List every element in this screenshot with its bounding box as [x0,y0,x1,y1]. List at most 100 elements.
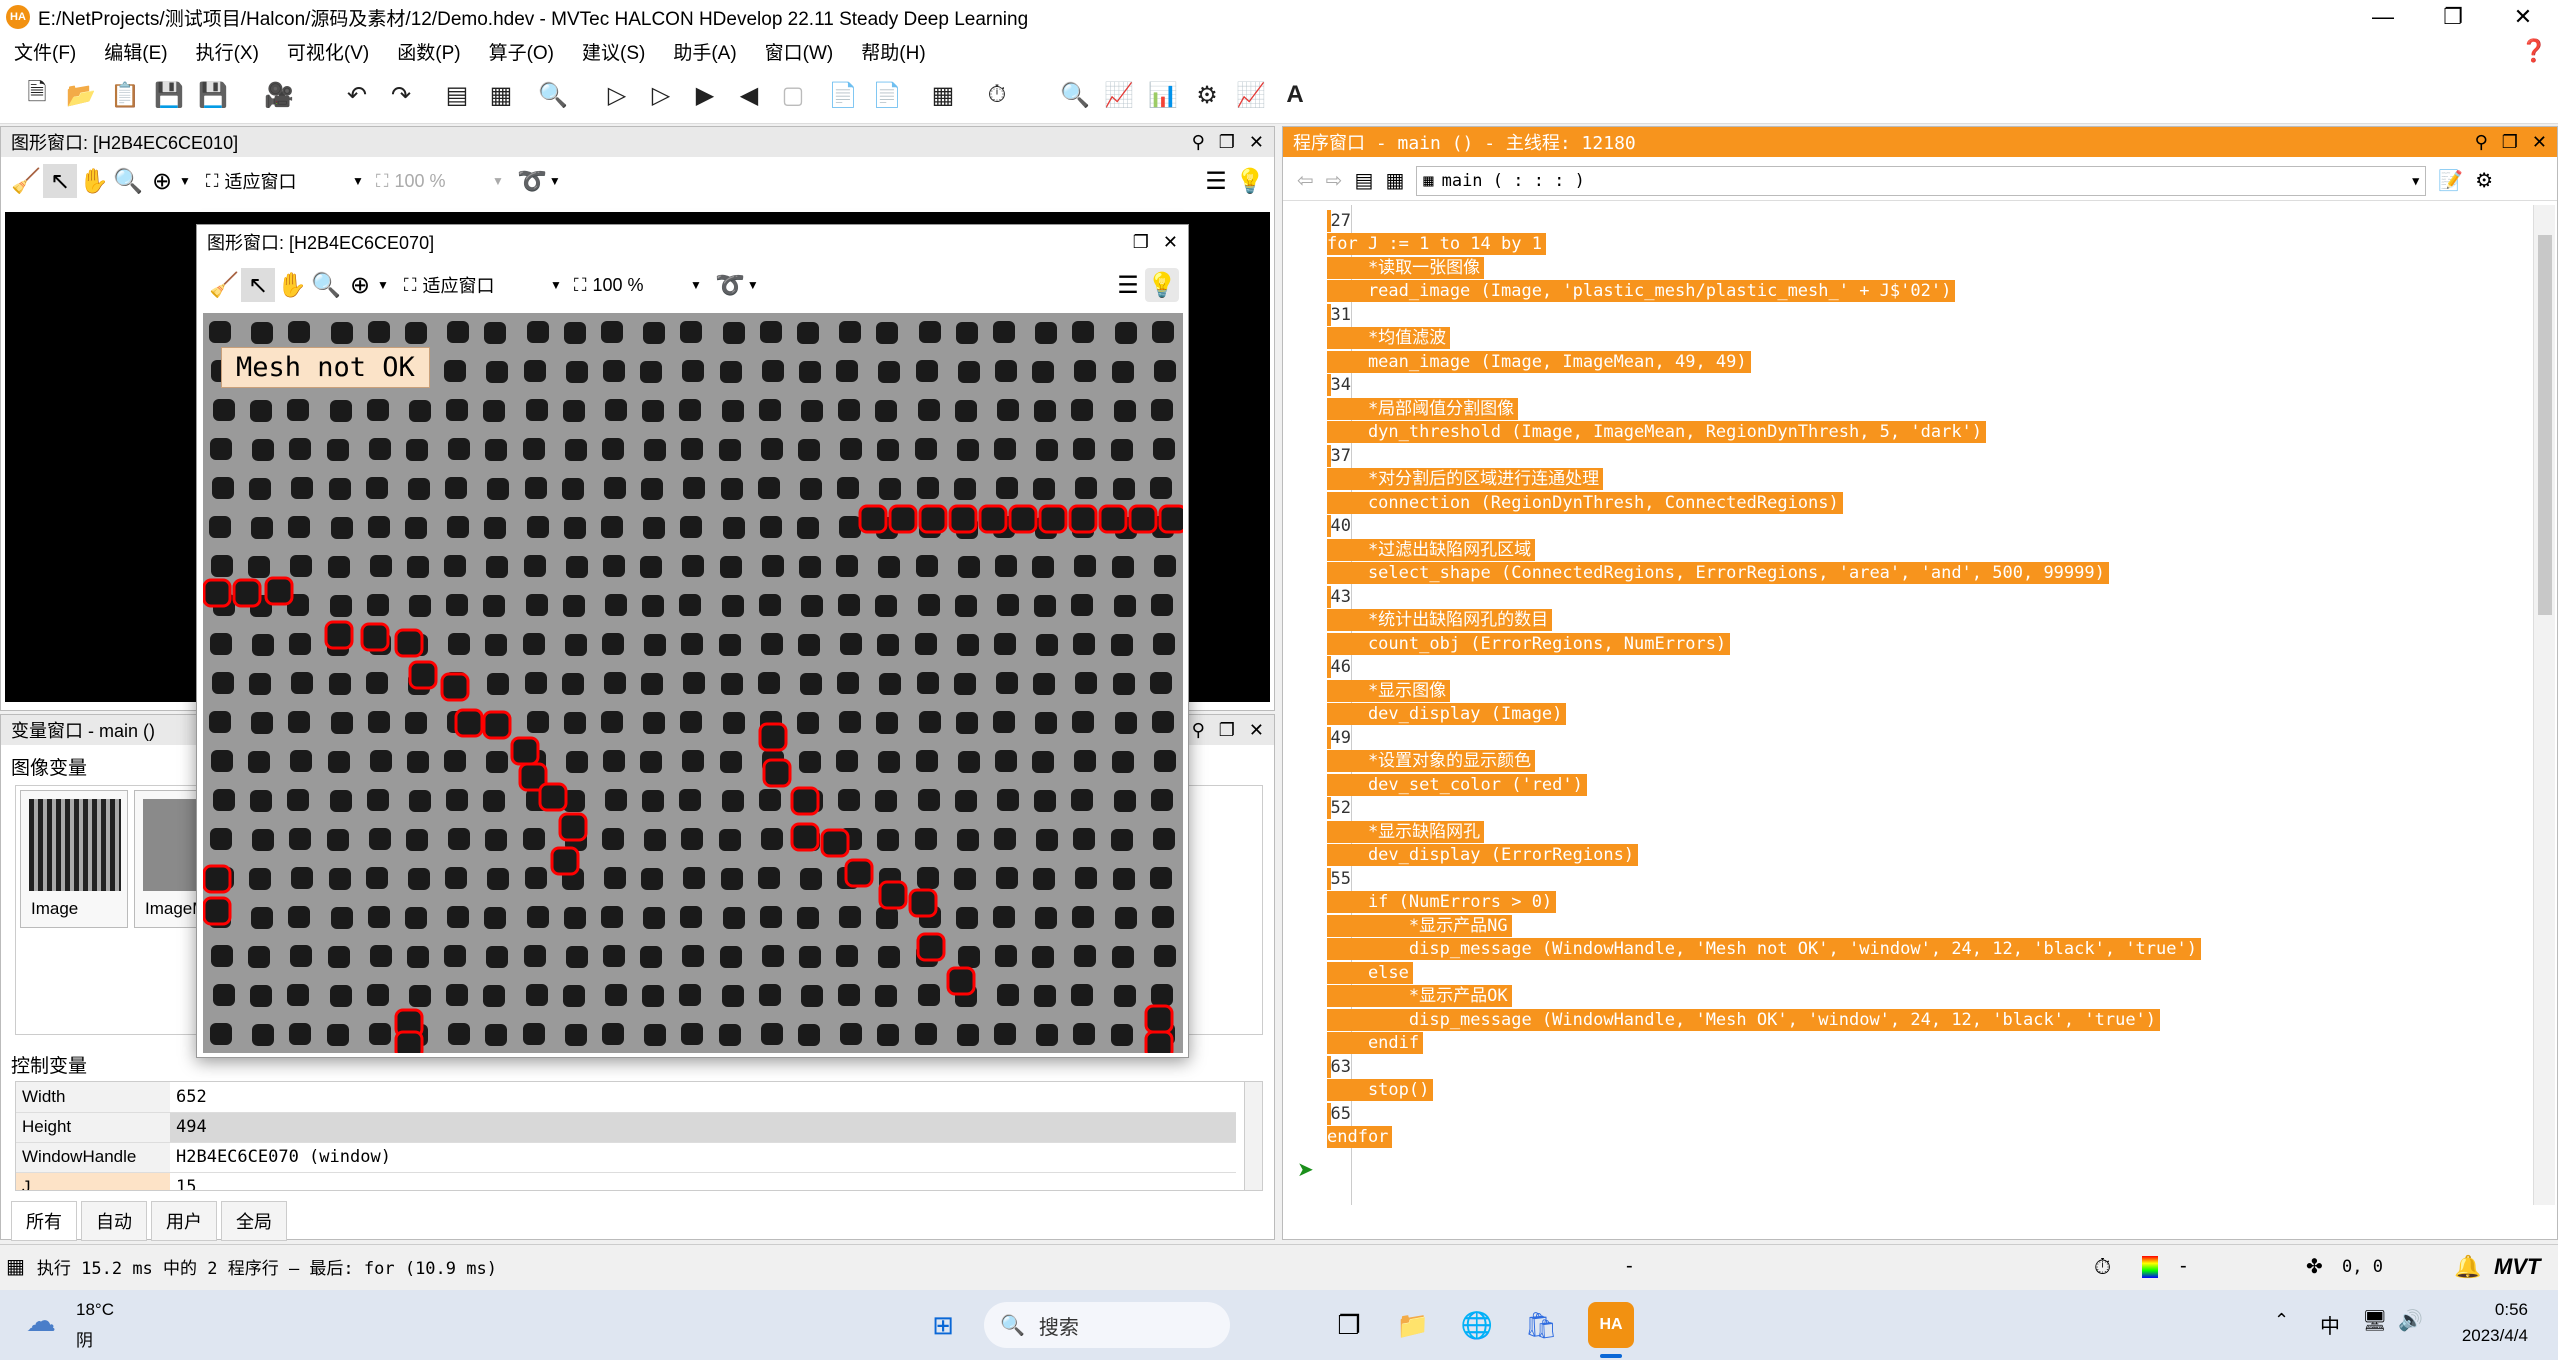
code-line[interactable]: 50 *设置对象的显示颜色 [1283,750,2523,773]
code-line[interactable]: 64 stop() [1283,1079,2523,1102]
table-row[interactable]: J 15 [16,1172,1236,1190]
code-line[interactable]: 58 disp_message (WindowHandle, 'Mesh not… [1283,938,2523,961]
back-arrow-icon[interactable]: ⇦ [1297,168,1314,193]
menu-file[interactable]: 文件(F) [14,38,76,65]
open-file-icon[interactable]: 📂 [64,78,98,112]
lightbulb-icon[interactable]: 💡 [1145,268,1179,302]
save-all-icon[interactable]: 💾 [196,78,230,112]
menu-operators[interactable]: 算子(O) [489,38,554,65]
code-line[interactable]: 29 *读取一张图像 [1283,256,2523,279]
code-line[interactable]: 63 [1283,1055,2523,1078]
select-pointer-icon[interactable]: ↖ [241,268,275,302]
step-into-icon[interactable]: ▶ [688,78,722,112]
code-line[interactable]: 32 *均值滤波 [1283,327,2523,350]
code-line[interactable]: 44 *统计出缺陷网孔的数目 [1283,609,2523,632]
step-over-icon[interactable]: ▷ [644,78,678,112]
table-row[interactable]: Height 494 [16,1112,1236,1143]
menu-help[interactable]: 帮助(H) [861,38,925,65]
float-icon[interactable]: ❐ [1219,132,1235,153]
grid-icon[interactable]: ▦ [926,78,960,112]
code-line[interactable]: 61 disp_message (WindowHandle, 'Mesh OK'… [1283,1008,2523,1031]
mesh-image-canvas[interactable]: Mesh not OK [203,313,1183,1053]
menu-edit[interactable]: 编辑(E) [104,38,167,65]
code-line[interactable]: 52 [1283,797,2523,820]
code-line[interactable]: 37 [1283,444,2523,467]
zoom-in-icon[interactable]: ⊕ [343,268,377,302]
plot-icon[interactable]: 📈 [1234,78,1268,112]
feature-inspection-icon[interactable]: ⚙ [1190,78,1224,112]
code-line[interactable]: 65 [1283,1102,2523,1125]
save-icon[interactable]: 💾 [152,78,186,112]
find-icon[interactable]: 🔍 [536,78,570,112]
redo-icon[interactable]: ↷ [384,78,418,112]
code-line[interactable]: 30 read_image (Image, 'plastic_mesh/plas… [1283,280,2523,303]
chevron-down-icon[interactable]: ▼ [179,174,191,188]
edit-procedure-icon[interactable]: 📝 [2438,168,2463,193]
code-line[interactable]: 33 mean_image (Image, ImageMean, 49, 49) [1283,350,2523,373]
clock-time[interactable]: 0:56 [2448,1300,2528,1320]
edge-browser-icon[interactable]: 🌐 [1454,1302,1500,1348]
code-line[interactable]: 27 [1283,209,2523,232]
code-line[interactable]: 53 *显示缺陷网孔 [1283,820,2523,843]
code-line[interactable]: 31 [1283,303,2523,326]
menu-assistants[interactable]: 助手(A) [673,38,736,65]
file-explorer-icon[interactable]: 📁 [1390,1302,1436,1348]
run-icon[interactable]: ▷ [600,78,634,112]
step-out-icon[interactable]: ◀ [732,78,766,112]
fit-window-combo[interactable]: ⛶ 适应窗口 ▼ [205,166,365,196]
tray-chevron-up-icon[interactable]: ⌃ [2274,1310,2289,1331]
dock-icon[interactable]: ❐ [1133,232,1149,253]
start-windows-icon[interactable]: ⊞ [920,1302,966,1348]
open-example-icon[interactable]: 📋 [108,78,142,112]
menu-visualize[interactable]: 可视化(V) [287,38,369,65]
code-line[interactable]: 56 if (NumErrors > 0) [1283,891,2523,914]
lightbulb-icon[interactable]: 💡 [1233,164,1267,198]
code-vertical-scrollbar[interactable] [2533,205,2555,1205]
chevron-down-icon[interactable]: ▼ [747,278,759,292]
procedure-settings-icon[interactable]: ⚙ [2475,168,2493,193]
close-icon[interactable]: ✕ [1249,720,1264,741]
code-line[interactable]: 66endfor [1283,1126,2523,1149]
close-icon[interactable]: ✕ [1249,132,1264,153]
image-var-thumb[interactable]: Image [20,790,128,928]
code-line[interactable]: 49 [1283,726,2523,749]
code-line[interactable]: 59 else [1283,961,2523,984]
menu-window[interactable]: 窗口(W) [765,38,834,65]
pixel-info-icon[interactable]: ✤ [2306,1254,2323,1279]
forward-arrow-icon[interactable]: ⇨ [1326,168,1343,193]
code-line[interactable]: 34 [1283,374,2523,397]
layers-icon[interactable]: ☰ [1199,164,1233,198]
magnifier-icon[interactable]: 🔍 [111,164,145,198]
profiler-icon[interactable]: ⏱ [980,78,1014,112]
volume-icon[interactable]: 🔊 [2398,1308,2423,1333]
float-icon[interactable]: ❐ [2502,132,2518,153]
layers-icon[interactable]: ☰ [1111,268,1145,302]
draw-tool-icon[interactable]: ➰ [515,164,549,198]
code-line[interactable]: 54 dev_display (ErrorRegions) [1283,844,2523,867]
clear-window-icon[interactable]: 🧹 [207,268,241,302]
pin-icon[interactable]: ⚲ [1192,720,1205,741]
tab-user[interactable]: 用户 [151,1201,217,1241]
zoom-combo[interactable]: ⛶ 100 % ▼ [573,270,703,300]
table-row[interactable]: Width 652 [16,1082,1236,1113]
record-icon[interactable]: 🎥 [262,78,296,112]
code-line[interactable]: 48 dev_display (Image) [1283,703,2523,726]
weather-temp[interactable]: 18°C [76,1300,114,1320]
vertical-scrollbar[interactable] [1244,1082,1262,1190]
zoom-in-icon[interactable]: ⊕ [145,164,179,198]
chevron-down-icon[interactable]: ▼ [377,278,389,292]
procedure-combo[interactable]: ▦ main ( : : : ) ▼ [1416,165,2427,196]
weather-cloud-icon[interactable]: ☁ [26,1304,56,1339]
code-line[interactable]: 39 connection (RegionDynThresh, Connecte… [1283,491,2523,514]
microsoft-store-icon[interactable]: 🛍 [1518,1302,1564,1348]
menu-execute[interactable]: 执行(X) [196,38,259,65]
timer-icon[interactable]: ⏱ [2094,1254,2111,1280]
zoom-window-icon[interactable]: 🔍 [1058,78,1092,112]
close-icon[interactable]: ✕ [2532,132,2547,153]
code-line[interactable]: 38 *对分割后的区域进行连通处理 [1283,468,2523,491]
code-line[interactable]: 28for J := 1 to 14 by 1 [1283,233,2523,256]
code-line[interactable]: 35 *局部阈值分割图像 [1283,397,2523,420]
chevron-down-icon[interactable]: ▼ [549,174,561,188]
tab-all[interactable]: 所有 [11,1201,77,1241]
delete-line-icon[interactable]: ▦ [484,78,518,112]
